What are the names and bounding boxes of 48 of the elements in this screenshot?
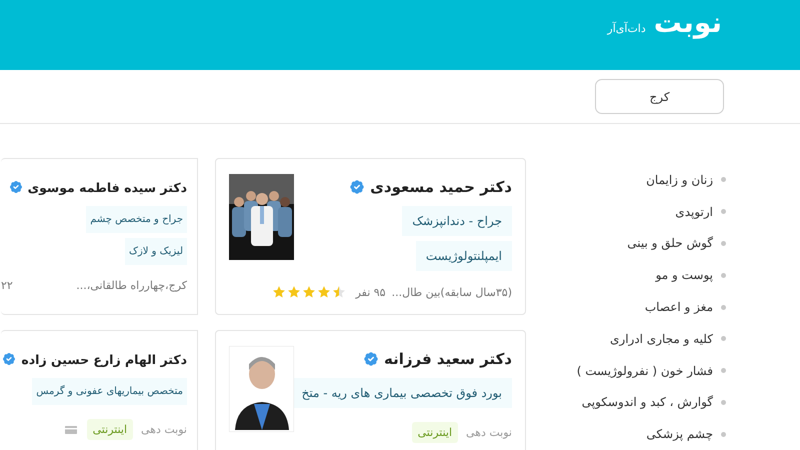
doctor-info: (۳۵سال سابقه)بین طال... <box>392 286 512 298</box>
category-link[interactable]: فشار خون ( نفرولوژیست ) <box>576 364 713 378</box>
doctor-card[interactable]: دکتر سعید فرزانه بورد فوق تخصصی بیماری های ریه - متخ نوبت دهی اینترنتی <box>215 330 526 450</box>
bullet-icon <box>721 304 726 310</box>
review-count: ۹۵ نفر <box>356 286 386 298</box>
bullet-icon <box>721 400 726 405</box>
doctor-name[interactable]: دکتر حمید مسعودی <box>370 178 512 196</box>
category-link[interactable]: زنان و زایمان <box>646 172 713 187</box>
doctor-name[interactable]: دکتر الهام زارع حسین زاده <box>21 352 187 366</box>
category-link[interactable]: پوست و مو <box>656 268 713 282</box>
category-link[interactable]: گوارش ، کبد و اندوسکوپی <box>582 395 713 410</box>
category-link[interactable]: ارتوپدی <box>675 204 713 219</box>
logo-text: نوبت <box>654 6 722 39</box>
doctor-name[interactable]: دکتر سیده فاطمه موسوی <box>28 180 187 194</box>
city-button[interactable]: کرج <box>595 79 724 114</box>
star-icon <box>272 285 286 299</box>
bullet-icon <box>721 336 726 342</box>
doctor-card[interactable]: دکتر حمید مسعودی جراح - دندانپزشک ایمپلنتولوژیست (۳۵سال سابقه)بین طال... ۹۵ نفر <box>215 158 526 315</box>
review-count: ۲۲ <box>1 279 13 292</box>
specialty-tag: بورد فوق تخصصی بیماری های ریه - متخ <box>292 378 512 408</box>
bullet-icon <box>721 209 726 214</box>
star-icon <box>302 285 316 299</box>
logo-subtitle: دات‌آی‌آر <box>607 22 646 35</box>
booking-label: نوبت دهی <box>466 426 512 439</box>
category-link[interactable]: مغز و اعصاب <box>644 300 713 314</box>
specialty-tag: ایمپلنتولوژیست <box>416 241 512 271</box>
category-link[interactable]: گوش حلق و بینی <box>627 236 713 250</box>
doctor-name[interactable]: دکتر سعید فرزانه <box>384 350 512 368</box>
bullet-icon <box>721 368 726 374</box>
bullet-icon <box>721 272 726 278</box>
category-link[interactable]: چشم پزشکی <box>646 427 713 442</box>
star-icon <box>332 285 346 299</box>
specialty-tag: جراح - دندانپزشک <box>402 206 512 236</box>
star-icon <box>316 285 331 299</box>
booking-label: نوبت دهی <box>141 423 187 436</box>
category-link[interactable]: کلیه و مجاری ادراری <box>610 332 713 346</box>
bullet-icon <box>721 432 726 437</box>
bullet-icon <box>721 177 726 182</box>
specialty-tag: متخصص بیماریهای عفونی و گرمس <box>32 378 187 405</box>
specialty-tag: جراح و متخصص چشم <box>86 206 187 233</box>
star-icon <box>286 285 301 299</box>
online-badge: اینترنتی <box>86 419 134 440</box>
bullet-icon <box>721 240 726 246</box>
online-badge: اینترنتی <box>412 422 458 443</box>
doctor-card[interactable]: دکتر سیده فاطمه موسوی جراح و متخصص چشم لیزیک و لازک کرج،چهارراه طالقانی،... ۲۲ <box>1 158 198 315</box>
specialty-tag: لیزیک و لازک <box>125 238 187 265</box>
doctor-card[interactable]: دکتر الهام زارع حسین زاده متخصص بیماریهای عفونی و گرمس نوبت دهی اینترنتی <box>1 330 198 450</box>
doctor-info: کرج،چهارراه طالقانی،... <box>76 279 187 292</box>
